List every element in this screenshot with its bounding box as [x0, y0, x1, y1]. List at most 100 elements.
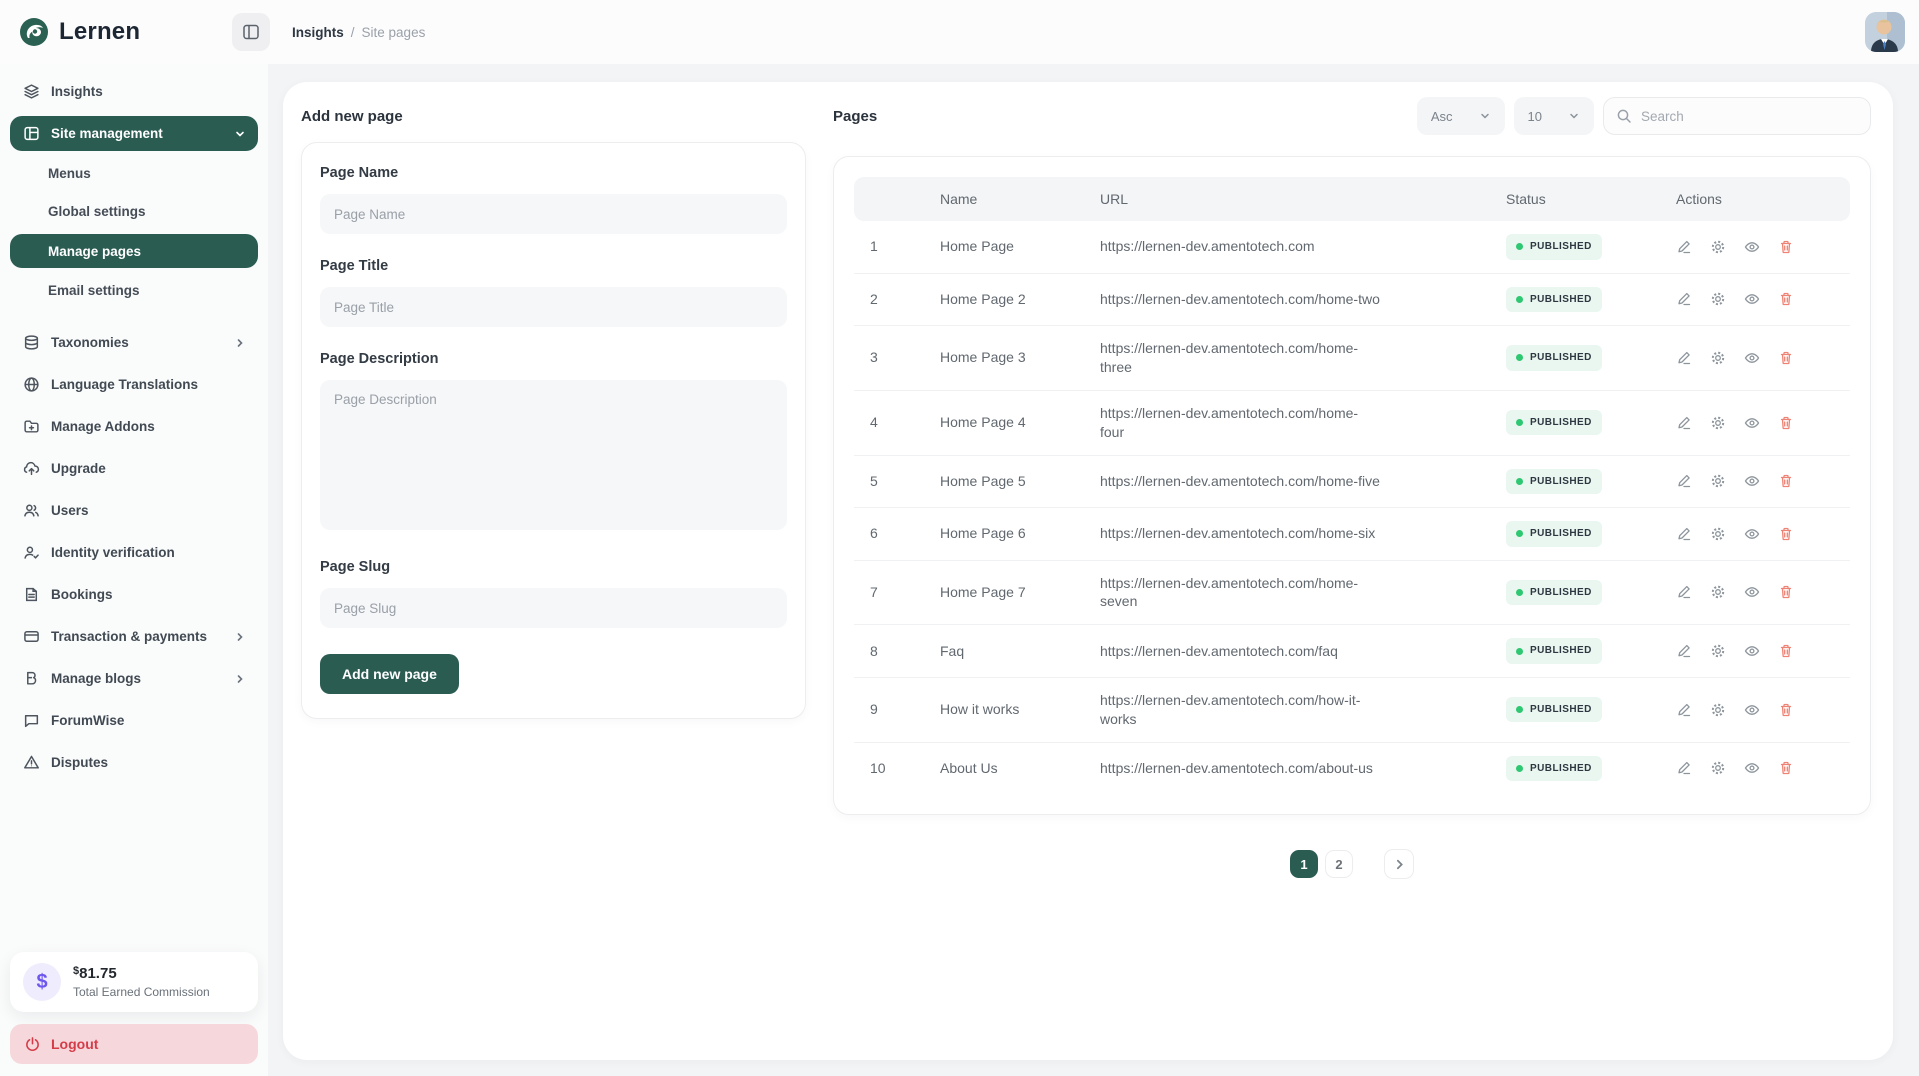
settings-button[interactable] [1710, 239, 1726, 255]
edit-button[interactable] [1676, 415, 1692, 431]
edit-button[interactable] [1676, 702, 1692, 718]
view-button[interactable] [1744, 702, 1760, 718]
status-badge: PUBLISHED [1506, 580, 1602, 606]
row-name: About Us [924, 746, 1084, 791]
delete-button[interactable] [1778, 760, 1794, 776]
sidebar-item-taxonomies[interactable]: Taxonomies [10, 325, 258, 360]
col-status: Status [1490, 190, 1660, 209]
page-description-input[interactable] [320, 380, 787, 530]
status-badge: PUBLISHED [1506, 345, 1602, 371]
edit-button[interactable] [1676, 760, 1692, 776]
view-button[interactable] [1744, 473, 1760, 489]
sidebar-subitem-menus[interactable]: Menus [10, 158, 258, 189]
pagination-page-2[interactable]: 2 [1325, 850, 1353, 878]
row-name: Home Page 7 [924, 570, 1084, 615]
commission-amount: $81.75 [73, 965, 210, 982]
view-button[interactable] [1744, 415, 1760, 431]
edit-button[interactable] [1676, 584, 1692, 600]
sort-order-value: Asc [1431, 109, 1453, 124]
sidebar-item-forumwise[interactable]: ForumWise [10, 703, 258, 738]
delete-button[interactable] [1778, 643, 1794, 659]
delete-button[interactable] [1778, 702, 1794, 718]
edit-button[interactable] [1676, 239, 1692, 255]
pagination-next-button[interactable] [1384, 849, 1414, 879]
col-actions: Actions [1660, 190, 1850, 209]
brand-logo: Lernen [0, 16, 232, 48]
sidebar-toggle-button[interactable] [232, 13, 270, 51]
sidebar-item-identity-verification[interactable]: Identity verification [10, 535, 258, 570]
settings-button[interactable] [1710, 415, 1726, 431]
sidebar-item-label: Manage blogs [51, 671, 141, 686]
edit-button[interactable] [1676, 643, 1692, 659]
row-index: 4 [854, 400, 924, 445]
row-name: Home Page 2 [924, 277, 1084, 322]
search-input[interactable] [1641, 109, 1858, 124]
logout-label: Logout [51, 1036, 98, 1052]
eye-icon [1744, 291, 1760, 307]
eye-icon [1744, 643, 1760, 659]
add-new-page-button[interactable]: Add new page [320, 654, 459, 694]
settings-button[interactable] [1710, 526, 1726, 542]
delete-button[interactable] [1778, 415, 1794, 431]
sidebar-item-users[interactable]: Users [10, 493, 258, 528]
delete-button[interactable] [1778, 584, 1794, 600]
sidebar-item-label: Users [51, 503, 89, 518]
view-button[interactable] [1744, 760, 1760, 776]
settings-button[interactable] [1710, 350, 1726, 366]
delete-button[interactable] [1778, 526, 1794, 542]
delete-button[interactable] [1778, 350, 1794, 366]
sidebar-item-bookings[interactable]: Bookings [10, 577, 258, 612]
view-button[interactable] [1744, 350, 1760, 366]
status-dot [1516, 765, 1523, 772]
page-name-input[interactable] [320, 194, 787, 234]
sidebar-item-site-management[interactable]: Site management [10, 116, 258, 151]
sidebar-item-manage-addons[interactable]: Manage Addons [10, 409, 258, 444]
row-index: 10 [854, 746, 924, 791]
search-icon [1616, 108, 1632, 124]
delete-button[interactable] [1778, 473, 1794, 489]
page-slug-input[interactable] [320, 588, 787, 628]
status-dot [1516, 589, 1523, 596]
delete-button[interactable] [1778, 291, 1794, 307]
view-button[interactable] [1744, 239, 1760, 255]
sidebar-item-manage-blogs[interactable]: Manage blogs [10, 661, 258, 696]
logout-button[interactable]: Logout [10, 1024, 258, 1064]
sidebar-subitem-email-settings[interactable]: Email settings [10, 275, 258, 306]
view-button[interactable] [1744, 291, 1760, 307]
row-url: https://lernen-dev.amentotech.com/faq [1084, 629, 1490, 674]
chevron-down-icon [1479, 110, 1491, 122]
page-name-label: Page Name [320, 165, 787, 181]
edit-button[interactable] [1676, 291, 1692, 307]
sidebar-item-transaction-payments[interactable]: Transaction & payments [10, 619, 258, 654]
settings-button[interactable] [1710, 584, 1726, 600]
sidebar-subitem-global-settings[interactable]: Global settings [10, 196, 258, 227]
sidebar-subitem-manage-pages[interactable]: Manage pages [10, 234, 258, 268]
settings-button[interactable] [1710, 702, 1726, 718]
per-page-select[interactable]: 10 [1514, 97, 1594, 135]
page-title-input[interactable] [320, 287, 787, 327]
status-dot [1516, 648, 1523, 655]
edit-button[interactable] [1676, 526, 1692, 542]
row-actions [1660, 571, 1850, 613]
sidebar-item-language-translations[interactable]: Language Translations [10, 367, 258, 402]
edit-button[interactable] [1676, 350, 1692, 366]
settings-button[interactable] [1710, 643, 1726, 659]
chevron-right-icon [234, 673, 246, 685]
settings-button[interactable] [1710, 760, 1726, 776]
user-avatar[interactable] [1865, 12, 1905, 52]
row-url: https://lernen-dev.amentotech.com/home-t… [1084, 326, 1490, 390]
settings-button[interactable] [1710, 473, 1726, 489]
row-url: https://lernen-dev.amentotech.com/about-… [1084, 746, 1490, 791]
edit-button[interactable] [1676, 473, 1692, 489]
view-button[interactable] [1744, 584, 1760, 600]
view-button[interactable] [1744, 526, 1760, 542]
delete-button[interactable] [1778, 239, 1794, 255]
sidebar-item-disputes[interactable]: Disputes [10, 745, 258, 780]
view-button[interactable] [1744, 643, 1760, 659]
breadcrumb-root[interactable]: Insights [292, 25, 344, 40]
settings-button[interactable] [1710, 291, 1726, 307]
sort-order-select[interactable]: Asc [1417, 97, 1505, 135]
sidebar-item-upgrade[interactable]: Upgrade [10, 451, 258, 486]
pagination-page-1[interactable]: 1 [1290, 850, 1318, 878]
sidebar-item-insights[interactable]: Insights [10, 74, 258, 109]
